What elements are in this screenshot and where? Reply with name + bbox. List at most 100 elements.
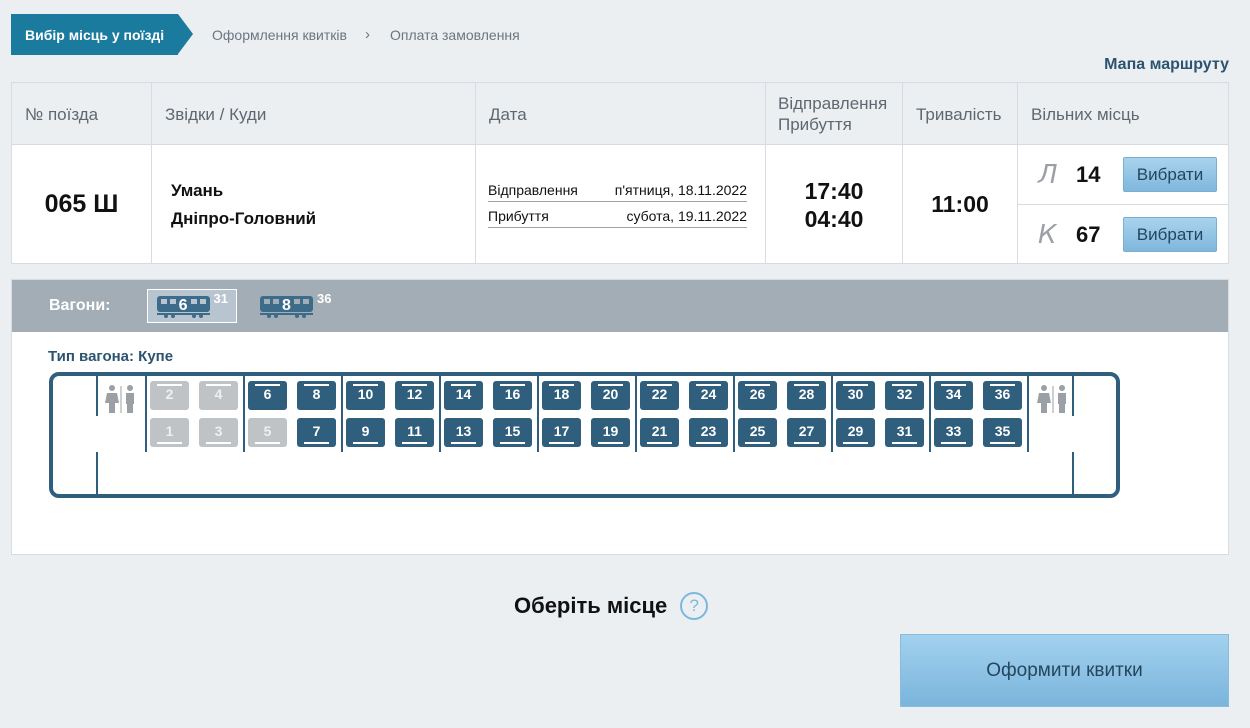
seat-6[interactable]: 6 [248,381,287,410]
seat-17[interactable]: 17 [542,418,581,447]
vestibule-wall [1072,376,1074,416]
seat-34[interactable]: 34 [934,381,973,410]
wagon-number: 6 [178,297,188,314]
cell-dates: Відправлення п'ятниця, 18.11.2022 Прибут… [476,145,766,264]
arrival-time: 04:40 [804,205,864,232]
vestibule-wall [96,376,98,416]
seat-28[interactable]: 28 [787,381,826,410]
chevron-right-icon: › [364,26,370,43]
seat-22[interactable]: 22 [640,381,679,410]
wagons-bar: Вагони: 6 31 8 36 [12,280,1228,332]
wagons-label: Вагони: [49,297,111,314]
choose-class-k-button[interactable]: Вибрати [1123,217,1217,252]
seat-36[interactable]: 36 [983,381,1022,410]
arrival-date: субота, 19.11.2022 [626,207,747,224]
compartment-divider [1027,376,1029,452]
compartment-divider [537,376,539,452]
cell-times: 17:40 04:40 [766,145,903,264]
booking-stepper: Вибір місць у поїзді Оформлення квитків … [11,14,520,55]
choose-seat-text: Оберіть місце [514,593,668,618]
seat-35[interactable]: 35 [983,418,1022,447]
step-payment: Оплата замовлення [389,26,520,43]
seat-10[interactable]: 10 [346,381,385,410]
seat-3: 3 [199,418,238,447]
class-free-count: 67 [1076,221,1101,247]
train-table: № поїзда Звідки / Куди Дата Відправлення… [11,82,1229,264]
header-route: Звідки / Куди [152,83,476,145]
class-row-k: К 67 Вибрати [1018,204,1229,264]
cell-duration: 11:00 [903,145,1018,264]
seat-26[interactable]: 26 [738,381,777,410]
wagons-panel: Вагони: 6 31 8 36 Тип вагона: Купе 2 4 6… [11,279,1229,555]
cell-train-number: 065 Ш [12,145,152,264]
seat-7[interactable]: 7 [297,418,336,447]
departure-time: 17:40 [804,177,864,204]
wagon-number: 8 [282,297,291,314]
departure-label: Відправлення [488,181,578,198]
header-date: Дата [476,83,766,145]
question-circle-icon[interactable]: ? [680,592,709,620]
wagon-free-count: 36 [316,290,332,306]
seat-2: 2 [150,381,189,410]
seat-11[interactable]: 11 [395,418,434,447]
step-seat-selection[interactable]: Вибір місць у поїзді [11,14,193,55]
checkout-tickets-button[interactable]: Оформити квитки [900,634,1229,707]
trip-duration: 11:00 [931,191,989,217]
seat-15[interactable]: 15 [493,418,532,447]
restroom-icon [1036,384,1070,414]
seat-18[interactable]: 18 [542,381,581,410]
restroom-icon [104,384,138,414]
choose-seat-prompt: Оберіть місце ? [514,592,709,620]
seat-20[interactable]: 20 [591,381,630,410]
seat-27[interactable]: 27 [787,418,826,447]
seat-12[interactable]: 12 [395,381,434,410]
wagon-6-button[interactable]: 6 31 [146,289,237,323]
seat-16[interactable]: 16 [493,381,532,410]
departure-date-row: Відправлення п'ятниця, 18.11.2022 [488,182,747,202]
class-row-l: Л 14 Вибрати [1018,145,1229,204]
wagon-8-button[interactable]: 8 36 [251,289,339,323]
class-code: К [1038,219,1057,250]
route-map-link[interactable]: Мапа маршруту [1104,56,1229,74]
seat-25[interactable]: 25 [738,418,777,447]
seat-5: 5 [248,418,287,447]
compartment-divider [733,376,735,452]
class-code: Л [1038,159,1058,190]
arrival-label: Прибуття [488,207,549,224]
seat-21[interactable]: 21 [640,418,679,447]
compartment-divider [635,376,637,452]
seat-14[interactable]: 14 [444,381,483,410]
seat-23[interactable]: 23 [689,418,728,447]
seat-9[interactable]: 9 [346,418,385,447]
header-train-number: № поїзда [12,83,152,145]
seat-33[interactable]: 33 [934,418,973,447]
wagon-type: Тип вагона: Купе [48,348,174,365]
seat-19[interactable]: 19 [591,418,630,447]
seat-32[interactable]: 32 [885,381,924,410]
seat-1: 1 [150,418,189,447]
seat-29[interactable]: 29 [836,418,875,447]
seat-31[interactable]: 31 [885,418,924,447]
table-header: № поїзда Звідки / Куди Дата Відправлення… [12,83,1228,145]
compartment-divider [929,376,931,452]
compartment-divider [145,376,147,452]
cell-route: Умань Дніпро-Головний [152,145,476,264]
seat-24[interactable]: 24 [689,381,728,410]
route-from: Умань [171,180,224,200]
train-number: 065 Ш [44,190,119,218]
compartment-divider [831,376,833,452]
wagon-free-count: 31 [213,290,228,306]
compartment-divider [243,376,245,452]
seat-30[interactable]: 30 [836,381,875,410]
seat-8[interactable]: 8 [297,381,336,410]
seat-13[interactable]: 13 [444,418,483,447]
vestibule-wall [96,452,98,494]
compartment-divider [439,376,441,452]
class-free-count: 14 [1076,161,1101,187]
choose-class-l-button[interactable]: Вибрати [1123,157,1217,192]
cell-free-seats: Л 14 Вибрати К 67 Вибрати [1018,145,1229,264]
seat-4: 4 [199,381,238,410]
vestibule-wall [1072,452,1074,494]
train-car-icon: 6 [156,294,211,318]
header-times: Відправлення Прибуття [766,83,903,145]
